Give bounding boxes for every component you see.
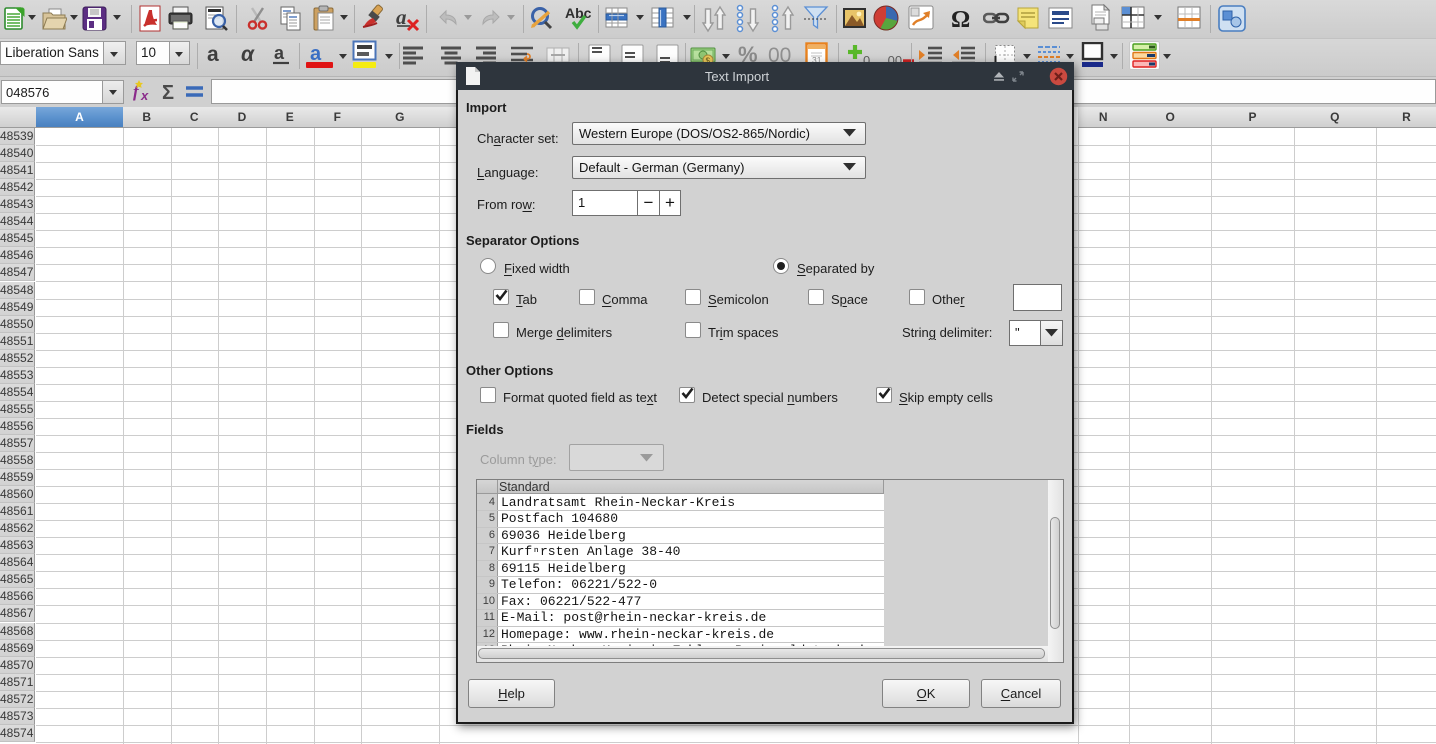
svg-text:Abc: Abc (565, 5, 592, 21)
svg-text:Σ: Σ (162, 82, 174, 103)
svg-text:a: a (207, 43, 219, 66)
svg-text:α: α (241, 43, 255, 66)
svg-text:a: a (274, 43, 285, 63)
svg-text:a: a (310, 43, 322, 65)
svg-text:Ω: Ω (951, 7, 970, 32)
svg-text:x: x (140, 88, 149, 103)
